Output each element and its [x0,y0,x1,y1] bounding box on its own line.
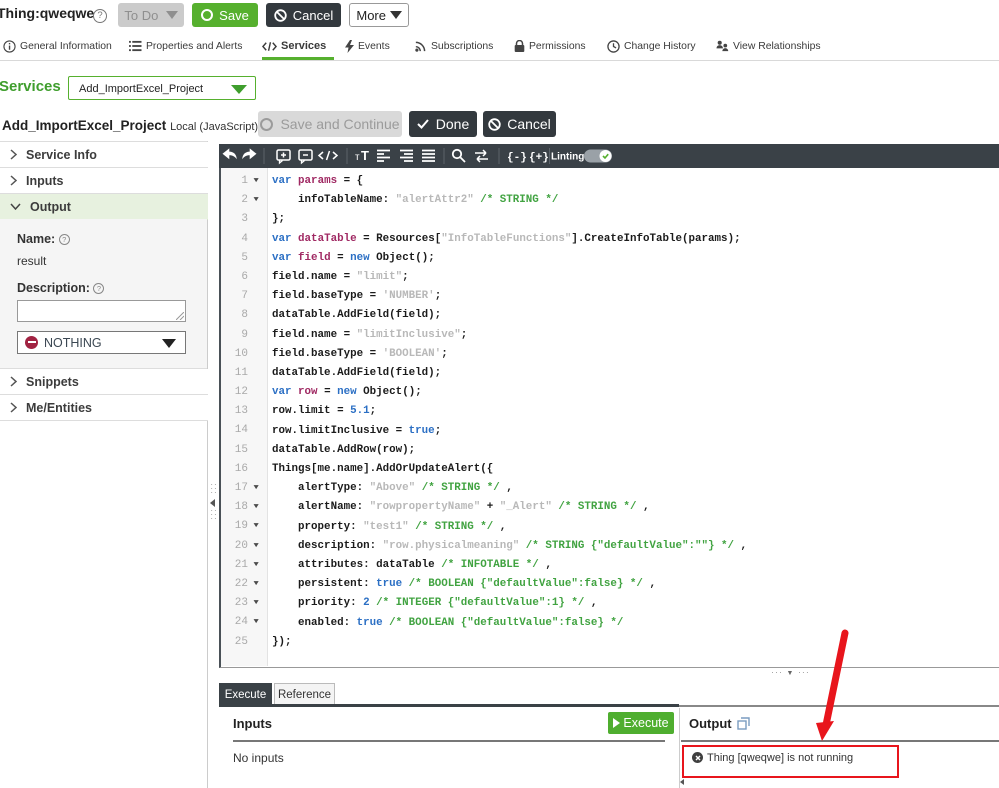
svg-text:{+}: {+} [529,152,549,164]
svg-text:T: T [361,148,369,163]
svg-text:т: т [355,152,360,163]
svg-text:{-}: {-} [507,152,527,164]
svg-text:Linting: Linting [551,152,584,163]
